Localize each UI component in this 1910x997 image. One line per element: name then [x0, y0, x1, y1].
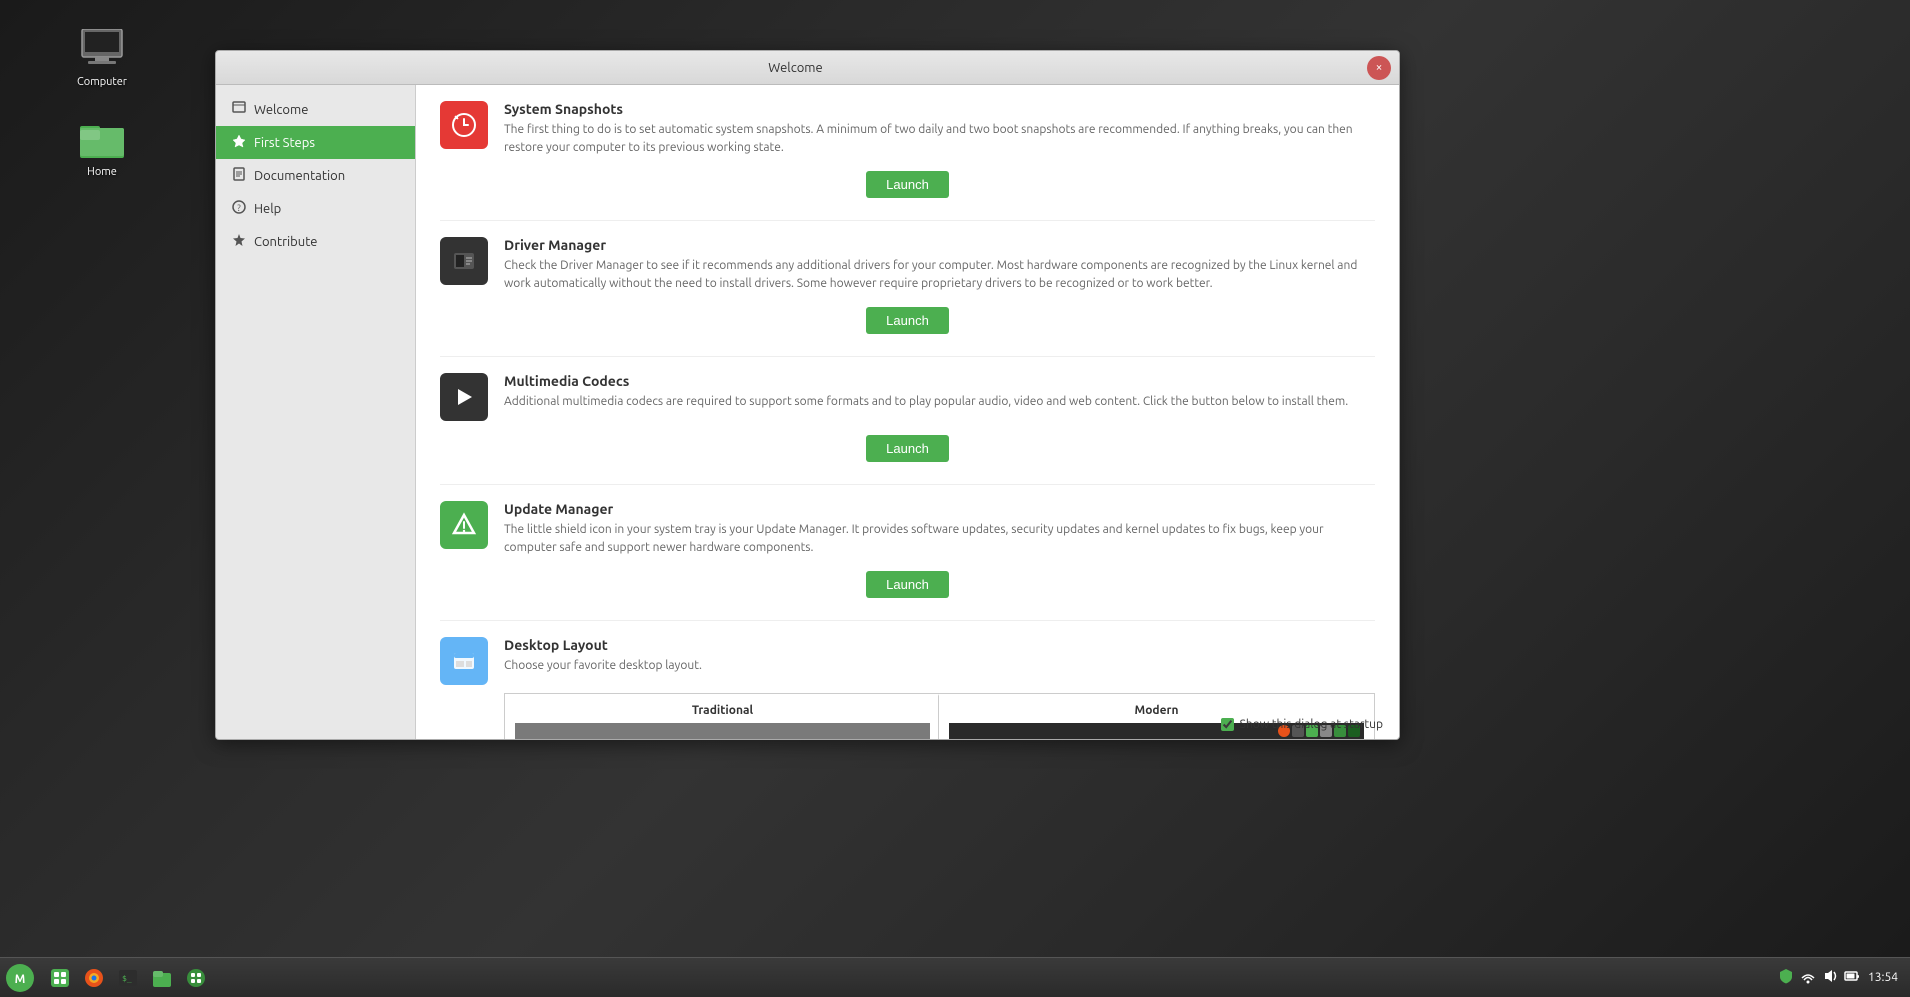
driver-launch-button[interactable]: Launch: [866, 307, 949, 334]
multimedia-desc: Additional multimedia codecs are require…: [504, 393, 1375, 411]
driver-icon: [440, 237, 488, 285]
desktop-layout-desc: Choose your favorite desktop layout.: [504, 657, 1375, 675]
home-folder-icon: [78, 114, 126, 162]
documentation-nav-icon: [232, 167, 246, 184]
update-icon: [440, 501, 488, 549]
window-footer: Show this dialog at startup: [1221, 718, 1383, 731]
taskbar-start-button[interactable]: M: [2, 960, 38, 996]
tray-icons-area: [1778, 968, 1860, 987]
section-multimedia: Multimedia Codecs Additional multimedia …: [440, 373, 1375, 485]
sidebar-label-help: Help: [254, 202, 281, 216]
taskbar-system-tray: 13:54: [1778, 968, 1910, 987]
taskbar-apps-area: $_: [40, 962, 216, 994]
sidebar: Welcome First Steps Documentation: [216, 85, 416, 739]
svg-text:M: M: [15, 973, 26, 986]
window-titlebar: Welcome ×: [216, 51, 1399, 85]
sidebar-item-first-steps[interactable]: First Steps: [216, 126, 415, 159]
driver-title: Driver Manager: [504, 237, 1375, 253]
taskbar-app-terminal[interactable]: $_: [112, 962, 144, 994]
desktop: Computer Home Welcome ×: [0, 0, 1910, 997]
battery-tray-icon: [1844, 968, 1860, 987]
system-clock: 13:54: [1868, 971, 1898, 984]
driver-desc: Check the Driver Manager to see if it re…: [504, 257, 1375, 293]
snapshots-launch-button[interactable]: Launch: [866, 171, 949, 198]
sidebar-item-documentation[interactable]: Documentation: [216, 159, 415, 192]
taskbar-app-mintinstall[interactable]: [44, 962, 76, 994]
desktop-icon-home[interactable]: Home: [62, 110, 142, 182]
layout-options-container: Traditional Home Untitle: [504, 693, 1375, 739]
traditional-layout-title: Traditional: [515, 704, 930, 717]
update-title: Update Manager: [504, 501, 1375, 517]
taskbar-app-filemanager[interactable]: [146, 962, 178, 994]
welcome-window: Welcome × Welcome First Steps: [215, 50, 1400, 740]
help-nav-icon: ?: [232, 200, 246, 217]
network-tray-icon: [1800, 968, 1816, 987]
svg-text:$_: $_: [122, 974, 132, 983]
home-icon-label: Home: [87, 166, 117, 178]
mint-logo-icon: M: [6, 964, 34, 992]
section-system-snapshots: System Snapshots The first thing to do i…: [440, 101, 1375, 221]
window-content: Welcome First Steps Documentation: [216, 85, 1399, 739]
section-driver-manager: Driver Manager Check the Driver Manager …: [440, 237, 1375, 357]
traditional-preview: Home Untitle: [515, 723, 930, 739]
multimedia-icon: [440, 373, 488, 421]
multimedia-title: Multimedia Codecs: [504, 373, 1375, 389]
taskbar: M: [0, 957, 1910, 997]
main-content-area[interactable]: System Snapshots The first thing to do i…: [416, 85, 1399, 739]
snapshots-desc: The first thing to do is to set automati…: [504, 121, 1375, 157]
taskbar-app-firefox[interactable]: [78, 962, 110, 994]
window-close-button[interactable]: ×: [1367, 56, 1391, 80]
computer-icon-label: Computer: [77, 76, 127, 88]
snapshots-icon: [440, 101, 488, 149]
sidebar-label-first-steps: First Steps: [254, 136, 315, 150]
shield-tray-icon: [1778, 968, 1794, 987]
computer-icon: [78, 24, 126, 72]
volume-tray-icon: [1822, 968, 1838, 987]
show-startup-label[interactable]: Show this dialog at startup: [1240, 718, 1383, 731]
desktop-icon-computer[interactable]: Computer: [62, 20, 142, 92]
window-title: Welcome: [224, 61, 1367, 75]
sidebar-label-contribute: Contribute: [254, 235, 317, 249]
multimedia-launch-button[interactable]: Launch: [866, 435, 949, 462]
show-startup-checkbox[interactable]: [1221, 718, 1234, 731]
welcome-nav-icon: [232, 101, 246, 118]
desktop-layout-title: Desktop Layout: [504, 637, 1375, 653]
layout-modern-option[interactable]: Modern A: [939, 694, 1374, 739]
sidebar-item-help[interactable]: ? Help: [216, 192, 415, 225]
update-launch-button[interactable]: Launch: [866, 571, 949, 598]
first-steps-nav-icon: [232, 134, 246, 151]
sidebar-item-welcome[interactable]: Welcome: [216, 93, 415, 126]
sidebar-label-documentation: Documentation: [254, 169, 345, 183]
sidebar-label-welcome: Welcome: [254, 103, 308, 117]
snapshots-title: System Snapshots: [504, 101, 1375, 117]
update-desc: The little shield icon in your system tr…: [504, 521, 1375, 557]
layout-traditional-option[interactable]: Traditional Home Untitle: [505, 694, 939, 739]
svg-text:?: ?: [237, 203, 241, 213]
desktop-layout-icon: [440, 637, 488, 685]
sidebar-item-contribute[interactable]: Contribute: [216, 225, 415, 258]
contribute-nav-icon: [232, 233, 246, 250]
section-update-manager: Update Manager The little shield icon in…: [440, 501, 1375, 621]
modern-layout-title: Modern: [949, 704, 1364, 717]
taskbar-app-software[interactable]: [180, 962, 212, 994]
